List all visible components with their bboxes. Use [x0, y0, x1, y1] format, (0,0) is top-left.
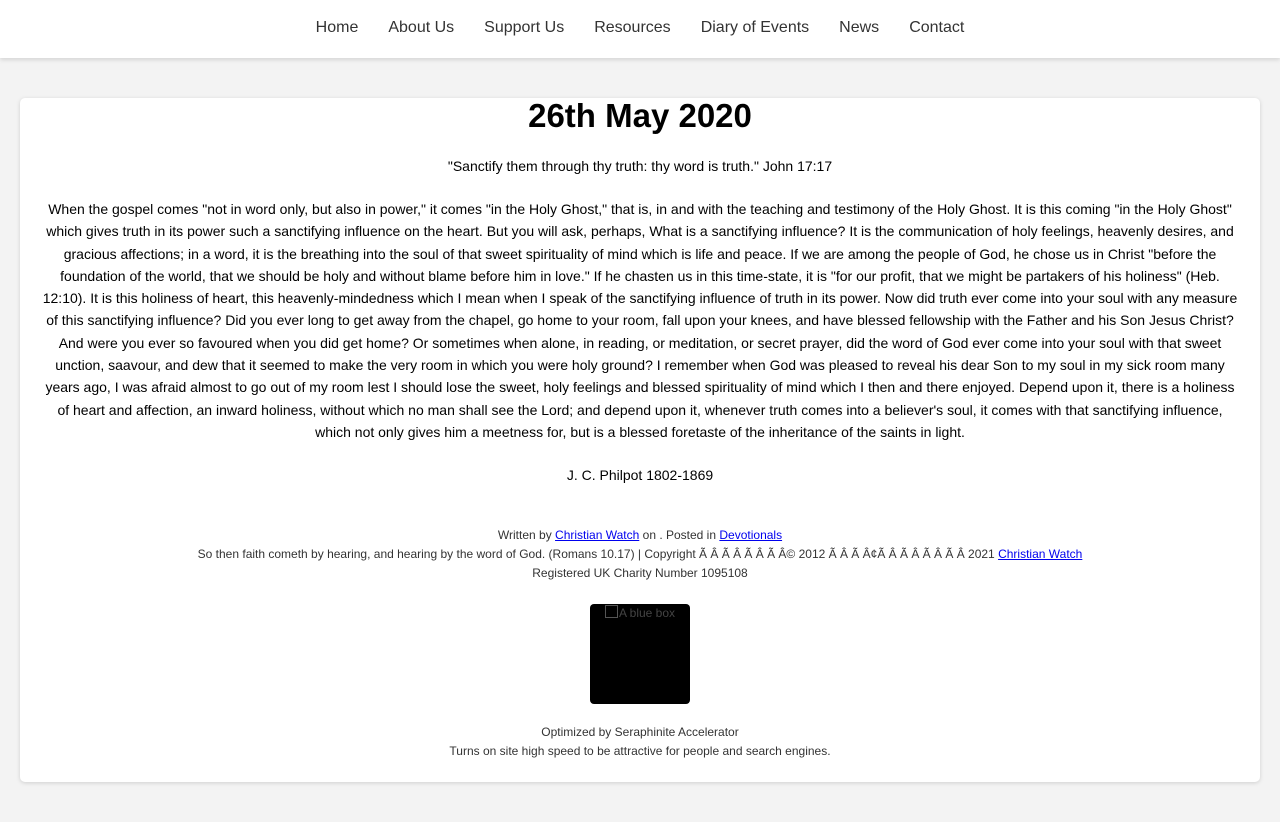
- broken-image-alt: A blue box: [604, 605, 676, 621]
- image-alt-text: A blue box: [618, 606, 676, 620]
- post-body: When the gospel comes "not in word only,…: [42, 201, 1238, 440]
- post-meta-line: Written by Christian Watch on . Posted i…: [20, 526, 1260, 545]
- nav-item-about-us[interactable]: About Us: [373, 18, 469, 38]
- optimized-tagline: Turns on site high speed to be attractiv…: [449, 744, 831, 758]
- copyright-link[interactable]: Christian Watch: [998, 547, 1082, 561]
- post-footer: Written by Christian Watch on . Posted i…: [20, 526, 1260, 583]
- nav-item-resources[interactable]: Resources: [579, 18, 685, 38]
- optimizer-credit: Optimized by Seraphinite Accelerator Tur…: [20, 723, 1260, 761]
- post-card: 26th May 2020 "Sanctify them through thy…: [20, 98, 1260, 782]
- nav-item-support-us[interactable]: Support Us: [469, 18, 579, 38]
- category-link[interactable]: Devotionals: [719, 528, 782, 542]
- author-link[interactable]: Christian Watch: [555, 528, 639, 542]
- nav-item-news[interactable]: News: [824, 18, 894, 38]
- post-verse: "Sanctify them through thy truth: thy wo…: [447, 158, 833, 174]
- post-title: 26th May 2020: [528, 97, 752, 134]
- broken-image-icon: [604, 605, 618, 618]
- posted-in-label: on . Posted in: [642, 528, 717, 542]
- nav-item-contact[interactable]: Contact: [894, 18, 979, 38]
- top-navbar: Home About Us Support Us Resources Diary…: [0, 0, 1280, 58]
- copyright-text: So then faith cometh by hearing, and hea…: [197, 547, 995, 561]
- written-by-label: Written by: [497, 528, 552, 542]
- nav-item-home[interactable]: Home: [301, 18, 374, 38]
- nav-menu: Home About Us Support Us Resources Diary…: [301, 18, 980, 38]
- nav-item-diary-of-events[interactable]: Diary of Events: [686, 18, 824, 38]
- blue-box-image: A blue box: [590, 604, 690, 704]
- post-author: J. C. Philpot 1802-1869: [566, 467, 714, 483]
- charity-number: Registered UK Charity Number 1095108: [532, 566, 748, 580]
- copyright-line: So then faith cometh by hearing, and hea…: [20, 545, 1260, 564]
- optimized-by: Optimized by Seraphinite Accelerator: [541, 725, 739, 739]
